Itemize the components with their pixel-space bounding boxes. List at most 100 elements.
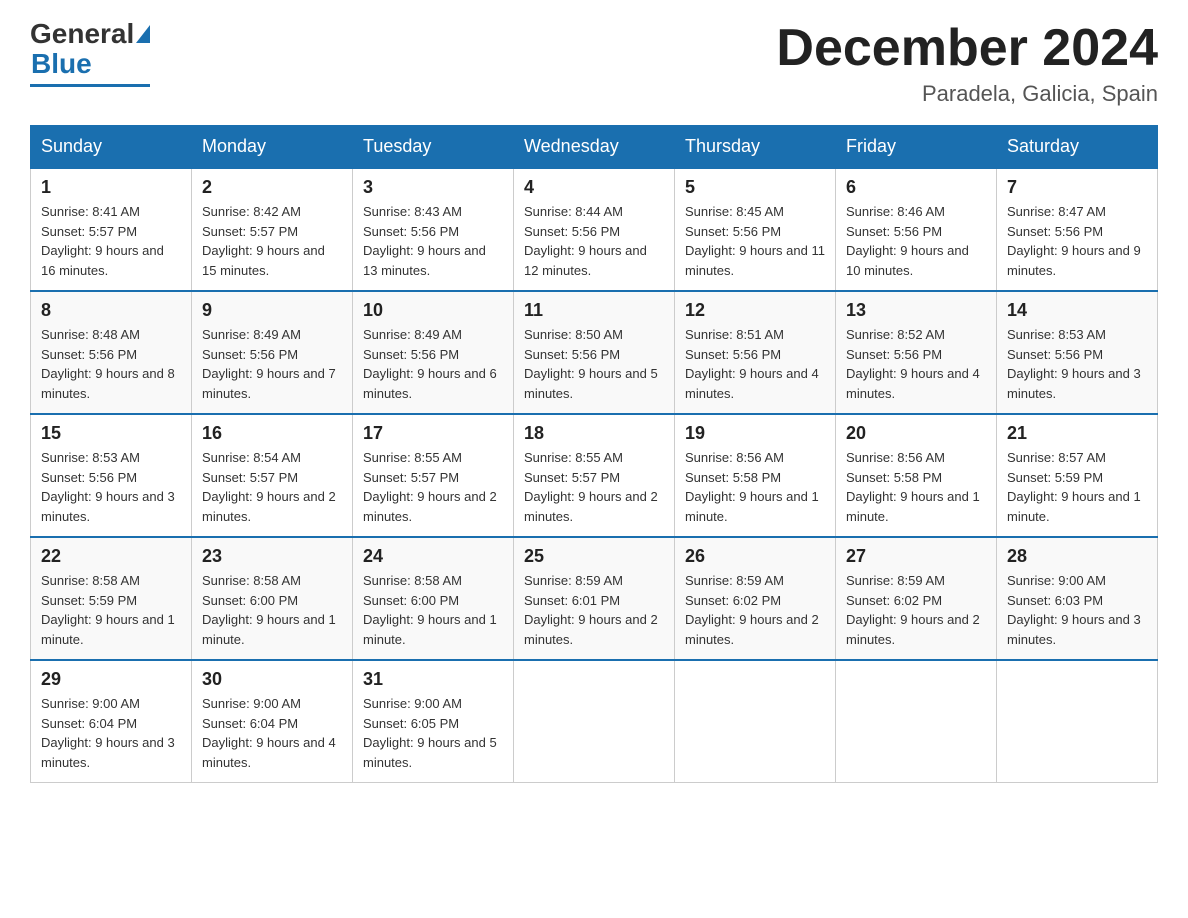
day-info: Sunrise: 9:00 AMSunset: 6:03 PMDaylight:… xyxy=(1007,571,1147,649)
day-info: Sunrise: 8:53 AMSunset: 5:56 PMDaylight:… xyxy=(1007,325,1147,403)
day-number: 10 xyxy=(363,300,503,321)
calendar-cell: 17 Sunrise: 8:55 AMSunset: 5:57 PMDayligh… xyxy=(353,414,514,537)
day-info: Sunrise: 8:48 AMSunset: 5:56 PMDaylight:… xyxy=(41,325,181,403)
header-thursday: Thursday xyxy=(675,126,836,169)
day-number: 26 xyxy=(685,546,825,567)
day-number: 9 xyxy=(202,300,342,321)
day-info: Sunrise: 8:49 AMSunset: 5:56 PMDaylight:… xyxy=(202,325,342,403)
day-number: 4 xyxy=(524,177,664,198)
day-info: Sunrise: 8:58 AMSunset: 6:00 PMDaylight:… xyxy=(202,571,342,649)
day-header-row: Sunday Monday Tuesday Wednesday Thursday… xyxy=(31,126,1158,169)
calendar-cell: 28 Sunrise: 9:00 AMSunset: 6:03 PMDayligh… xyxy=(997,537,1158,660)
day-number: 27 xyxy=(846,546,986,567)
logo-blue-text: Blue xyxy=(31,48,92,80)
calendar-cell: 10 Sunrise: 8:49 AMSunset: 5:56 PMDayligh… xyxy=(353,291,514,414)
logo-general-text: General xyxy=(30,20,134,48)
day-info: Sunrise: 8:55 AMSunset: 5:57 PMDaylight:… xyxy=(524,448,664,526)
calendar-cell xyxy=(836,660,997,783)
calendar-week-row: 8 Sunrise: 8:48 AMSunset: 5:56 PMDaylight… xyxy=(31,291,1158,414)
day-number: 13 xyxy=(846,300,986,321)
day-info: Sunrise: 8:42 AMSunset: 5:57 PMDaylight:… xyxy=(202,202,342,280)
day-number: 6 xyxy=(846,177,986,198)
calendar-cell: 1Sunrise: 8:41 AMSunset: 5:57 PMDaylight… xyxy=(31,168,192,291)
day-number: 16 xyxy=(202,423,342,444)
calendar-cell: 4 Sunrise: 8:44 AMSunset: 5:56 PMDaylight… xyxy=(514,168,675,291)
logo-triangle-icon xyxy=(136,25,150,43)
calendar-cell: 21 Sunrise: 8:57 AMSunset: 5:59 PMDayligh… xyxy=(997,414,1158,537)
day-info: Sunrise: 8:59 AMSunset: 6:02 PMDaylight:… xyxy=(685,571,825,649)
day-info: Sunrise: 8:58 AMSunset: 5:59 PMDaylight:… xyxy=(41,571,181,649)
header: General Blue December 2024 Paradela, Gal… xyxy=(30,20,1158,107)
day-number: 29 xyxy=(41,669,181,690)
header-tuesday: Tuesday xyxy=(353,126,514,169)
calendar-cell: 25 Sunrise: 8:59 AMSunset: 6:01 PMDayligh… xyxy=(514,537,675,660)
day-info: Sunrise: 8:56 AMSunset: 5:58 PMDaylight:… xyxy=(846,448,986,526)
day-number: 2 xyxy=(202,177,342,198)
day-info: Sunrise: 8:50 AMSunset: 5:56 PMDaylight:… xyxy=(524,325,664,403)
calendar-cell: 9 Sunrise: 8:49 AMSunset: 5:56 PMDaylight… xyxy=(192,291,353,414)
calendar-cell: 15 Sunrise: 8:53 AMSunset: 5:56 PMDayligh… xyxy=(31,414,192,537)
logo: General Blue xyxy=(30,20,150,87)
day-info: Sunrise: 9:00 AMSunset: 6:05 PMDaylight:… xyxy=(363,694,503,772)
calendar-cell: 13 Sunrise: 8:52 AMSunset: 5:56 PMDayligh… xyxy=(836,291,997,414)
header-friday: Friday xyxy=(836,126,997,169)
day-info: Sunrise: 8:59 AMSunset: 6:02 PMDaylight:… xyxy=(846,571,986,649)
header-monday: Monday xyxy=(192,126,353,169)
location-subtitle: Paradela, Galicia, Spain xyxy=(776,81,1158,107)
calendar-cell: 5Sunrise: 8:45 AMSunset: 5:56 PMDaylight… xyxy=(675,168,836,291)
day-info: Sunrise: 8:41 AMSunset: 5:57 PMDaylight:… xyxy=(41,202,181,280)
day-info: Sunrise: 8:57 AMSunset: 5:59 PMDaylight:… xyxy=(1007,448,1147,526)
day-number: 24 xyxy=(363,546,503,567)
day-info: Sunrise: 8:46 AMSunset: 5:56 PMDaylight:… xyxy=(846,202,986,280)
day-number: 14 xyxy=(1007,300,1147,321)
day-number: 11 xyxy=(524,300,664,321)
calendar-week-row: 15 Sunrise: 8:53 AMSunset: 5:56 PMDayligh… xyxy=(31,414,1158,537)
calendar-cell: 14 Sunrise: 8:53 AMSunset: 5:56 PMDayligh… xyxy=(997,291,1158,414)
day-number: 15 xyxy=(41,423,181,444)
calendar-cell xyxy=(514,660,675,783)
day-info: Sunrise: 8:49 AMSunset: 5:56 PMDaylight:… xyxy=(363,325,503,403)
day-number: 3 xyxy=(363,177,503,198)
calendar-table: Sunday Monday Tuesday Wednesday Thursday… xyxy=(30,125,1158,783)
day-number: 18 xyxy=(524,423,664,444)
calendar-cell: 11 Sunrise: 8:50 AMSunset: 5:56 PMDayligh… xyxy=(514,291,675,414)
calendar-cell: 31 Sunrise: 9:00 AMSunset: 6:05 PMDayligh… xyxy=(353,660,514,783)
day-number: 17 xyxy=(363,423,503,444)
day-info: Sunrise: 8:51 AMSunset: 5:56 PMDaylight:… xyxy=(685,325,825,403)
title-area: December 2024 Paradela, Galicia, Spain xyxy=(776,20,1158,107)
day-info: Sunrise: 8:45 AMSunset: 5:56 PMDaylight:… xyxy=(685,202,825,280)
day-number: 21 xyxy=(1007,423,1147,444)
calendar-week-row: 22 Sunrise: 8:58 AMSunset: 5:59 PMDayligh… xyxy=(31,537,1158,660)
day-number: 22 xyxy=(41,546,181,567)
day-number: 28 xyxy=(1007,546,1147,567)
day-info: Sunrise: 9:00 AMSunset: 6:04 PMDaylight:… xyxy=(202,694,342,772)
day-number: 8 xyxy=(41,300,181,321)
logo-underline xyxy=(30,84,150,87)
calendar-cell: 2 Sunrise: 8:42 AMSunset: 5:57 PMDaylight… xyxy=(192,168,353,291)
day-number: 31 xyxy=(363,669,503,690)
header-sunday: Sunday xyxy=(31,126,192,169)
day-number: 12 xyxy=(685,300,825,321)
calendar-cell: 19Sunrise: 8:56 AMSunset: 5:58 PMDayligh… xyxy=(675,414,836,537)
calendar-cell: 3 Sunrise: 8:43 AMSunset: 5:56 PMDaylight… xyxy=(353,168,514,291)
calendar-cell: 20Sunrise: 8:56 AMSunset: 5:58 PMDayligh… xyxy=(836,414,997,537)
day-number: 23 xyxy=(202,546,342,567)
calendar-cell: 6 Sunrise: 8:46 AMSunset: 5:56 PMDaylight… xyxy=(836,168,997,291)
calendar-cell: 22 Sunrise: 8:58 AMSunset: 5:59 PMDayligh… xyxy=(31,537,192,660)
day-info: Sunrise: 9:00 AMSunset: 6:04 PMDaylight:… xyxy=(41,694,181,772)
day-info: Sunrise: 8:43 AMSunset: 5:56 PMDaylight:… xyxy=(363,202,503,280)
calendar-cell: 18 Sunrise: 8:55 AMSunset: 5:57 PMDayligh… xyxy=(514,414,675,537)
calendar-cell: 29 Sunrise: 9:00 AMSunset: 6:04 PMDayligh… xyxy=(31,660,192,783)
calendar-cell: 12 Sunrise: 8:51 AMSunset: 5:56 PMDayligh… xyxy=(675,291,836,414)
day-number: 25 xyxy=(524,546,664,567)
day-info: Sunrise: 8:52 AMSunset: 5:56 PMDaylight:… xyxy=(846,325,986,403)
calendar-cell: 23 Sunrise: 8:58 AMSunset: 6:00 PMDayligh… xyxy=(192,537,353,660)
day-info: Sunrise: 8:44 AMSunset: 5:56 PMDaylight:… xyxy=(524,202,664,280)
day-info: Sunrise: 8:53 AMSunset: 5:56 PMDaylight:… xyxy=(41,448,181,526)
calendar-cell xyxy=(997,660,1158,783)
calendar-cell: 16Sunrise: 8:54 AMSunset: 5:57 PMDayligh… xyxy=(192,414,353,537)
day-info: Sunrise: 8:59 AMSunset: 6:01 PMDaylight:… xyxy=(524,571,664,649)
day-info: Sunrise: 8:56 AMSunset: 5:58 PMDaylight:… xyxy=(685,448,825,526)
header-saturday: Saturday xyxy=(997,126,1158,169)
day-info: Sunrise: 8:55 AMSunset: 5:57 PMDaylight:… xyxy=(363,448,503,526)
